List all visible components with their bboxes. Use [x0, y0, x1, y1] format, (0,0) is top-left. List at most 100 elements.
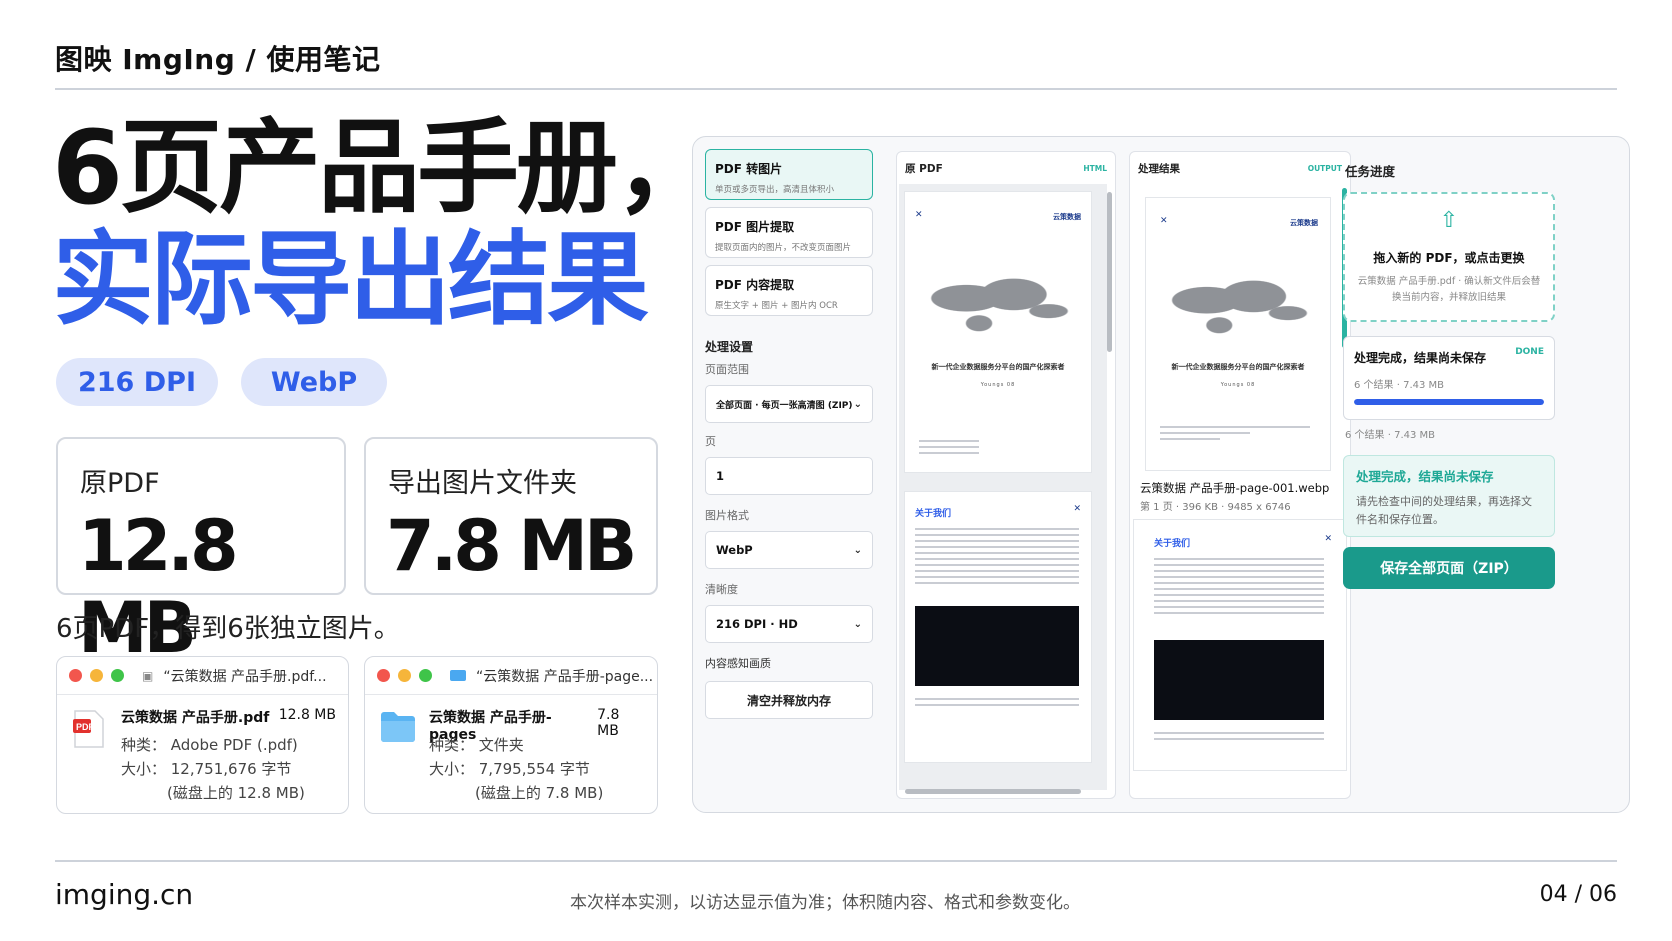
pane-tag: OUTPUT [1307, 163, 1342, 173]
file-disk-size: (磁盘上的 12.8 MB) [167, 784, 305, 802]
unsaved-notice: 处理完成，结果尚未保存 请先检查中间的处理结果，再选择文件名和保存位置。 [1343, 455, 1555, 537]
mode-pdf-image-extract[interactable]: PDF 图片提取 提取页面内的图片，不改变页面图片 [705, 207, 873, 258]
brand-logo-icon: ✕ [1324, 534, 1332, 544]
world-map-image [1160, 266, 1316, 342]
result-pane[interactable]: 处理结果 OUTPUT ✕ 云策数据 新一代企业数据服务分平台的国产化探索者 Y… [1129, 151, 1351, 799]
result-count-meta: 6 个结果 · 7.43 MB [1345, 430, 1436, 441]
pdf-drop-zone[interactable]: ⇧ 拖入新的 PDF，或点击更换 云策数据 产品手册.pdf · 确认新文件后会… [1343, 192, 1555, 322]
finder-info-folder: “云策数据 产品手册-page... 云策数据 产品手册-pages 7.8 M… [364, 656, 658, 814]
brand-logo: 云策数据 [1290, 219, 1318, 227]
format-value: WebP [716, 543, 753, 557]
result-cover-preview: ✕ 云策数据 新一代企业数据服务分平台的国产化探索者 Youngs 08 [1146, 198, 1330, 470]
quality-value: 216 DPI · HD [716, 617, 798, 631]
progress-heading: 任务进度 [1345, 164, 1396, 179]
done-badge: DONE [1515, 347, 1544, 357]
window-title: “云策数据 产品手册.pdf... [163, 668, 327, 685]
folder-disk-size: (磁盘上的 7.8 MB) [475, 784, 604, 802]
file-size: 12.8 MB [278, 707, 336, 723]
svg-text:PDF: PDF [76, 722, 95, 732]
brand-logo-icon: ✕ [1160, 216, 1168, 226]
drop-zone-hint: 云策数据 产品手册.pdf · 确认新文件后会替换当前内容，并释放旧结果 [1357, 276, 1541, 303]
folder-kind: 种类： 文件夹 [429, 736, 524, 754]
mode-title: PDF 转图片 [715, 162, 783, 176]
settings-column: PDF 转图片 单页或多页导出，高清且体积小 PDF 图片提取 提取页面内的图片… [705, 149, 873, 719]
cover-footer-text [919, 440, 979, 458]
brand-title: 图映 ImgIng / 使用笔记 [55, 43, 381, 76]
about-page-preview: 关于我们 ✕ [905, 492, 1091, 762]
pane-title: 处理结果 [1138, 162, 1180, 175]
save-all-zip-button[interactable]: 保存全部页面（ZIP） [1343, 547, 1555, 589]
vertical-scrollbar[interactable] [1107, 192, 1112, 352]
window-title: “云策数据 产品手册-page... [476, 668, 654, 685]
stat-label: 导出图片文件夹 [388, 468, 577, 499]
drop-zone-label: 拖入新的 PDF，或点击更换 [1373, 251, 1525, 265]
dpi-pill: 216 DPI [56, 358, 218, 406]
zoom-window-button[interactable] [419, 669, 432, 682]
mode-pdf-to-image[interactable]: PDF 转图片 单页或多页导出，高清且体积小 [705, 149, 873, 200]
task-status-card: 处理完成，结果尚未保存 DONE 6 个结果 · 7.43 MB [1343, 336, 1555, 420]
chevron-down-icon: ⌄ [853, 618, 862, 630]
footer-disclaimer: 本次样本实测，以访达显示值为准；体积随内容、格式和参数变化。 [570, 893, 1080, 913]
result-file-name: 云策数据 产品手册-page-001.webp [1140, 481, 1330, 495]
minimize-window-button[interactable] [398, 669, 411, 682]
cover-page-preview: ✕ 云策数据 新一代企业数据服务分平台的国产化探索者 Youngs 08 [905, 192, 1091, 472]
window-titlebar: ▣ “云策数据 产品手册.pdf... [57, 657, 348, 695]
top-divider [55, 88, 1617, 90]
window-titlebar: “云策数据 产品手册-page... [365, 657, 657, 695]
horizontal-scrollbar[interactable] [905, 789, 1081, 794]
format-pill: WebP [241, 358, 387, 406]
zoom-window-button[interactable] [111, 669, 124, 682]
task-status-meta: 6 个结果 · 7.43 MB [1354, 380, 1445, 391]
chevron-down-icon: ⌄ [853, 544, 862, 556]
pane-tag: HTML [1083, 163, 1107, 173]
cover-subtitle: Youngs 08 [1220, 382, 1256, 388]
upload-arrow-icon: ⇧ [1439, 208, 1459, 233]
site-url[interactable]: imging.cn [55, 878, 193, 911]
close-window-button[interactable] [69, 669, 82, 682]
format-select[interactable]: WebP ⌄ [705, 531, 873, 569]
folder-icon [379, 709, 417, 747]
notice-title: 处理完成，结果尚未保存 [1356, 469, 1494, 484]
page-input-value: 1 [716, 469, 725, 483]
quality-label: 清晰度 [705, 583, 738, 596]
pane-title: 原 PDF [905, 162, 943, 175]
world-map-image [919, 264, 1077, 340]
folder-small-icon [450, 670, 466, 681]
page-input[interactable]: 1 [705, 457, 873, 495]
mode-title: PDF 图片提取 [715, 220, 795, 234]
original-pdf-pane[interactable]: 原 PDF HTML ✕ 云策数据 新一代企业数据服务分平台的国产化探索者 Yo… [896, 151, 1116, 799]
stat-label: 原PDF [80, 468, 160, 499]
close-window-button[interactable] [377, 669, 390, 682]
minimize-window-button[interactable] [90, 669, 103, 682]
stat-value: 7.8 MB [386, 505, 637, 587]
quality-select[interactable]: 216 DPI · HD ⌄ [705, 605, 873, 643]
brand-logo-icon: ✕ [915, 210, 923, 220]
format-label: 图片格式 [705, 509, 749, 522]
about-body-text [915, 528, 1079, 588]
cover-footer-text [1160, 426, 1310, 444]
dark-screenshot-image [1154, 640, 1324, 720]
progress-column: 任务进度 ⇧ 拖入新的 PDF，或点击更换 云策数据 产品手册.pdf · 确认… [1343, 149, 1619, 589]
about-caption-text [915, 698, 1079, 710]
app-window: PDF 转图片 单页或多页导出，高清且体积小 PDF 图片提取 提取页面内的图片… [692, 136, 1630, 813]
mode-desc: 提取页面内的图片，不改变页面图片 [715, 243, 852, 253]
file-name: 云策数据 产品手册.pdf [121, 710, 270, 726]
brand-logo-icon: ✕ [1073, 504, 1081, 514]
cover-title: 新一代企业数据服务分平台的国产化探索者 [1171, 363, 1305, 371]
chevron-down-icon: ⌄ [853, 398, 862, 410]
pdf-small-icon: ▣ [142, 668, 154, 683]
summary-note: 6页PDF，得到6张独立图片。 [56, 614, 400, 644]
clear-memory-button[interactable]: 清空并释放内存 [705, 681, 873, 719]
page-counter: 04 / 06 [1539, 882, 1617, 907]
range-label: 页面范围 [705, 363, 749, 376]
cover-title: 新一代企业数据服务分平台的国产化探索者 [931, 363, 1065, 371]
finder-info-pdf: ▣ “云策数据 产品手册.pdf... PDF 云策数据 产品手册.pdf 12… [56, 656, 349, 814]
content-aware-label: 内容感知画质 [705, 657, 771, 670]
page-range-select[interactable]: 全部页面 · 每页一张高清图 (ZIP) ⌄ [705, 385, 873, 423]
brand-logo: 云策数据 [1053, 213, 1081, 221]
bottom-divider [55, 860, 1617, 862]
pdf-file-icon: PDF [71, 709, 107, 753]
folder-bytes: 大小： 7,795,554 字节 [429, 760, 590, 778]
mode-pdf-content-extract[interactable]: PDF 内容提取 原生文字 + 图片 + 图片内 OCR [705, 265, 873, 316]
mode-desc: 单页或多页导出，高清且体积小 [715, 185, 835, 195]
